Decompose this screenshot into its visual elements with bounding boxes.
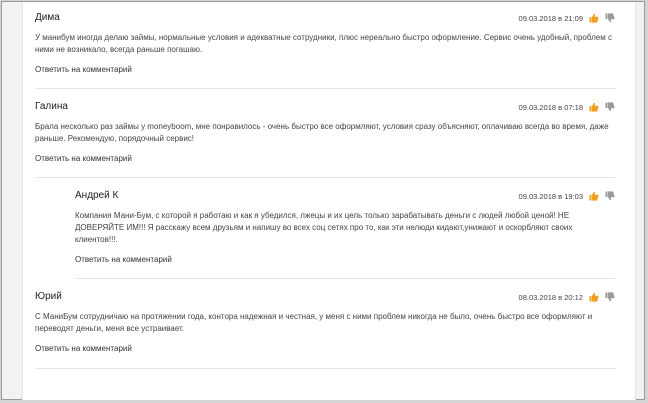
comment-divider <box>75 278 615 279</box>
thumbs-down-icon[interactable] <box>605 292 615 302</box>
comment-text: С МаниБум сотрудничаю на протяжении года… <box>35 312 593 333</box>
thumbs-down-icon[interactable] <box>605 191 615 201</box>
comment-author: Галина <box>35 101 68 112</box>
comment-divider <box>35 177 615 178</box>
comment-text: У манибум иногда делаю займы, нормальные… <box>35 33 612 54</box>
comment-text: Компания Мани-Бум, с которой я работаю и… <box>75 211 573 244</box>
comment-meta: 09.03.2018 в 19:03 <box>519 191 615 201</box>
reply-link[interactable]: Ответить на комментарий <box>35 154 132 163</box>
window-frame: Дима 09.03.2018 в 21:09 У манибум иногда… <box>1 1 645 400</box>
comment-divider <box>35 88 615 89</box>
comment-header: Андрей К 09.03.2018 в 19:03 <box>75 190 615 208</box>
comment-meta: 08.03.2018 в 20:12 <box>519 292 615 302</box>
comment-meta: 09.03.2018 в 07:18 <box>519 102 615 112</box>
thumbs-up-icon[interactable] <box>589 102 599 112</box>
comment-author: Юрий <box>35 291 62 302</box>
reply-link[interactable]: Ответить на комментарий <box>75 255 172 264</box>
thumbs-up-icon[interactable] <box>589 191 599 201</box>
comments-panel: Дима 09.03.2018 в 21:09 У манибум иногда… <box>22 2 636 400</box>
comment-header: Галина 09.03.2018 в 07:18 <box>35 101 615 119</box>
comment-meta: 09.03.2018 в 21:09 <box>519 13 615 23</box>
thumbs-up-icon[interactable] <box>589 13 599 23</box>
comment-date: 08.03.2018 в 20:12 <box>518 292 583 302</box>
comment-header: Дима 09.03.2018 в 21:09 <box>35 12 615 30</box>
comment-item: Юрий 08.03.2018 в 20:12 С МаниБум сотруд… <box>35 291 615 356</box>
comment-text: Брала несколько раз займы у moneyboom, м… <box>35 122 609 143</box>
comment-divider <box>35 368 615 369</box>
thumbs-up-icon[interactable] <box>589 292 599 302</box>
comment-author: Андрей К <box>75 190 119 201</box>
comment-item: Дима 09.03.2018 в 21:09 У манибум иногда… <box>35 12 615 77</box>
reply-link[interactable]: Ответить на комментарий <box>35 65 132 74</box>
reply-comment-item: Андрей К 09.03.2018 в 19:03 Компания Ман… <box>75 190 615 267</box>
comment-author: Дима <box>35 12 60 23</box>
comment-date: 09.03.2018 в 21:09 <box>518 13 583 23</box>
thumbs-down-icon[interactable] <box>605 13 615 23</box>
thumbs-down-icon[interactable] <box>605 102 615 112</box>
comment-date: 09.03.2018 в 07:18 <box>518 102 583 112</box>
comment-header: Юрий 08.03.2018 в 20:12 <box>35 291 615 309</box>
comment-date: 09.03.2018 в 19:03 <box>518 191 583 201</box>
comment-item: Галина 09.03.2018 в 07:18 Брала нескольк… <box>35 101 615 166</box>
reply-link[interactable]: Ответить на комментарий <box>35 344 132 353</box>
